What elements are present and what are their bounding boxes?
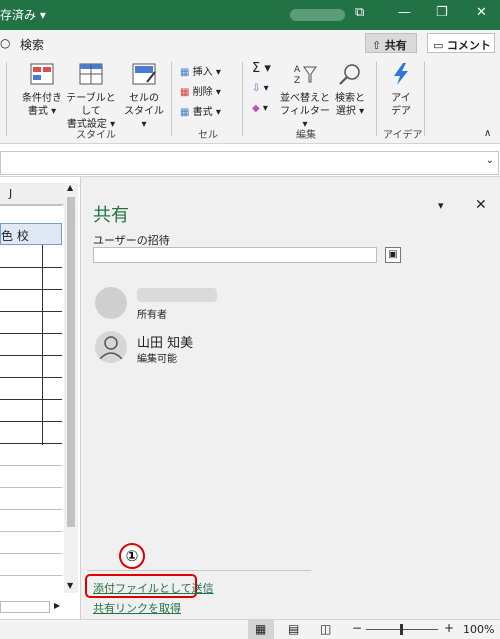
page-break-view-icon[interactable]: ◫ bbox=[320, 622, 331, 636]
sort-filter-icon: AZ bbox=[294, 65, 317, 86]
owner-avatar bbox=[95, 287, 127, 319]
title-bar: 存済み ▾ ⧉ — ❐ ✕ bbox=[0, 0, 500, 30]
cell-text: 色 校 bbox=[1, 229, 29, 243]
user-permission[interactable]: 編集可能 bbox=[137, 350, 177, 365]
conditional-format-icon bbox=[30, 63, 54, 85]
formula-bar: ⌄ bbox=[0, 145, 500, 177]
share-icon: ⇧ bbox=[372, 39, 382, 52]
expand-formula-icon[interactable]: ⌄ bbox=[486, 155, 494, 166]
user-avatar bbox=[95, 331, 127, 363]
find-select-button[interactable]: 検索と 選択 ▾ bbox=[330, 62, 370, 118]
styles-group-label: スタイル bbox=[76, 130, 116, 141]
owner-name-blurred bbox=[137, 288, 217, 302]
invite-input[interactable] bbox=[93, 247, 377, 263]
share-button[interactable]: ⇧ 共有 bbox=[365, 33, 417, 53]
search-icon[interactable]: ○ bbox=[0, 36, 10, 50]
tab-row: ○ 検索 ⇧ 共有 ▭ コメント bbox=[0, 30, 500, 56]
insert-icon: ▦ bbox=[180, 67, 190, 78]
divider bbox=[87, 570, 311, 571]
formula-input[interactable]: ⌄ bbox=[0, 151, 499, 175]
column-header-j[interactable]: J bbox=[9, 187, 12, 200]
format-icon: ▦ bbox=[180, 107, 190, 118]
ideas-button[interactable]: アイ デア bbox=[384, 62, 418, 118]
step-marker: ① bbox=[119, 543, 145, 569]
cell-styles-label-1: セルの bbox=[129, 93, 159, 104]
delete-cells-button[interactable]: ▦ 削除 ▾ bbox=[180, 83, 221, 98]
cell-styles-button[interactable]: セルの スタイル ▾ bbox=[120, 62, 168, 131]
worksheet-grid[interactable]: J 色 校 ▲ ▼ ▶ bbox=[0, 177, 80, 639]
scroll-up-icon[interactable]: ▲ bbox=[67, 183, 73, 192]
ideas-group-label: アイデア bbox=[383, 130, 423, 141]
svg-text:A: A bbox=[294, 65, 301, 75]
fill-down-icon: ⇩ bbox=[252, 83, 261, 94]
cell-styles-label-2: スタイル ▾ bbox=[124, 106, 164, 130]
close-window-icon[interactable]: ✕ bbox=[476, 5, 487, 20]
ideas-label-2: デア bbox=[391, 106, 411, 117]
normal-view-button[interactable]: ▦ bbox=[248, 620, 274, 639]
ideas-label-1: アイ bbox=[391, 93, 411, 104]
horizontal-scrollbar[interactable] bbox=[0, 601, 50, 613]
scroll-thumb[interactable] bbox=[67, 197, 75, 527]
zoom-level[interactable]: 100% bbox=[463, 623, 494, 636]
table-format-icon bbox=[79, 63, 103, 85]
cells-group-label: セル bbox=[198, 130, 218, 141]
column-header-row: J bbox=[0, 183, 64, 205]
sigma-icon: Σ bbox=[252, 61, 261, 76]
owner-role: 所有者 bbox=[137, 310, 167, 321]
format-cells-button[interactable]: ▦ 書式 ▾ bbox=[180, 103, 221, 118]
fill-button[interactable]: ⇩ ▾ bbox=[252, 83, 269, 94]
insert-label: 挿入 bbox=[192, 67, 213, 78]
address-book-icon[interactable]: ▣ bbox=[385, 247, 401, 263]
pane-title: 共有 bbox=[93, 205, 129, 226]
user-name[interactable]: 山田 知美 bbox=[137, 332, 193, 351]
comment-button[interactable]: ▭ コメント bbox=[427, 33, 495, 53]
pane-options-icon[interactable]: ▾ bbox=[438, 199, 444, 212]
format-label: 書式 bbox=[192, 107, 213, 118]
sort-filter-label-1: 並べ替えと bbox=[280, 93, 330, 104]
minimize-icon[interactable]: — bbox=[398, 5, 411, 20]
sort-filter-button[interactable]: AZ 並べ替えと フィルター ▾ bbox=[280, 62, 330, 131]
delete-icon: ▦ bbox=[180, 87, 190, 98]
page-layout-view-icon[interactable]: ▤ bbox=[288, 622, 299, 636]
lightning-icon bbox=[394, 63, 408, 85]
format-as-table-label-1: テーブルとして bbox=[66, 93, 116, 117]
zoom-in-icon[interactable]: + bbox=[444, 621, 454, 635]
selected-cell[interactable]: 色 校 bbox=[0, 223, 62, 245]
invite-label: ユーザーの招待 bbox=[93, 234, 170, 247]
zoom-slider-thumb[interactable] bbox=[400, 624, 403, 635]
find-select-label-1: 検索と bbox=[335, 93, 365, 104]
pane-close-icon[interactable]: ✕ bbox=[475, 197, 487, 213]
clear-button[interactable]: ◆ ▾ bbox=[252, 103, 268, 114]
cell-styles-icon bbox=[132, 63, 156, 85]
zoom-out-icon[interactable]: − bbox=[352, 621, 362, 635]
comment-button-label: コメント bbox=[446, 39, 491, 52]
normal-view-icon: ▦ bbox=[255, 622, 267, 636]
autosum-button[interactable]: Σ ▾ bbox=[252, 61, 271, 76]
account-name-blurred bbox=[290, 9, 345, 21]
window-title: 存済み ▾ bbox=[0, 8, 46, 22]
search-label[interactable]: 検索 bbox=[20, 36, 44, 53]
editing-group-label: 編集 bbox=[296, 130, 316, 141]
insert-cells-button[interactable]: ▦ 挿入 ▾ bbox=[180, 63, 221, 78]
ribbon-display-icon[interactable]: ⧉ bbox=[355, 5, 364, 20]
status-bar: ▦ ▤ ◫ − + 100% bbox=[0, 619, 500, 639]
get-sharing-link[interactable]: 共有リンクを取得 bbox=[93, 600, 181, 616]
magnifier-icon bbox=[339, 64, 360, 85]
eraser-icon: ◆ bbox=[252, 103, 260, 114]
find-select-label-2: 選択 ▾ bbox=[335, 106, 365, 117]
person-icon bbox=[99, 336, 123, 360]
share-pane: 共有 ▾ ✕ ユーザーの招待 ▣ 所有者 山田 知美 編集可能 ① 添付ファイル… bbox=[80, 177, 500, 619]
format-as-table-button[interactable]: テーブルとして 書式設定 ▾ bbox=[62, 62, 120, 131]
delete-label: 削除 bbox=[192, 87, 213, 98]
scroll-down-icon[interactable]: ▼ bbox=[67, 581, 73, 590]
send-as-attachment-link[interactable]: 添付ファイルとして送信 bbox=[93, 580, 214, 596]
ribbon: 条件付き 書式 ▾ テーブルとして 書式設定 ▾ セルの スタイル ▾ スタイル… bbox=[0, 56, 500, 144]
vertical-scrollbar[interactable]: ▲ ▼ bbox=[64, 183, 78, 593]
svg-text:Z: Z bbox=[294, 76, 300, 86]
scroll-right-icon[interactable]: ▶ bbox=[54, 601, 60, 610]
share-button-label: 共有 bbox=[384, 39, 407, 52]
comment-icon: ▭ bbox=[433, 39, 444, 52]
restore-icon[interactable]: ❐ bbox=[436, 5, 448, 20]
collapse-ribbon-icon[interactable]: ∧ bbox=[484, 128, 491, 139]
